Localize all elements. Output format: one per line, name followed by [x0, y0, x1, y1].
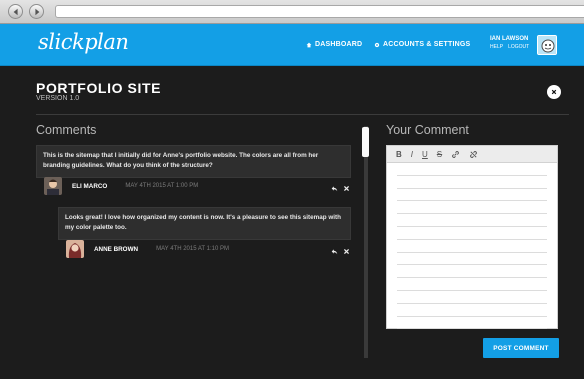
arrow-right-icon	[34, 8, 39, 15]
browser-toolbar	[0, 0, 584, 24]
comment-author: ELI MARCO	[72, 182, 108, 190]
underline-button[interactable]: U	[422, 150, 428, 159]
nav-dashboard[interactable]: DASHBOARD	[306, 41, 362, 48]
delete-icon[interactable]	[343, 248, 350, 255]
close-button[interactable]	[547, 85, 561, 99]
comment-text: Looks great! I love how organized my con…	[58, 207, 351, 240]
address-bar[interactable]	[55, 5, 584, 18]
header-divider	[36, 114, 569, 115]
strikethrough-button[interactable]: S	[437, 150, 442, 159]
link-icon[interactable]	[451, 150, 460, 159]
comment-actions	[331, 248, 350, 255]
reply-icon[interactable]	[331, 185, 338, 192]
help-link[interactable]: HELP	[490, 44, 503, 50]
comment-author: ANNE BROWN	[94, 245, 139, 253]
comment-meta: ELI MARCO MAY 4TH 2015 AT 1:00 PM	[44, 177, 198, 195]
version-label: VERSION 1.0	[36, 95, 80, 102]
your-comment-heading: Your Comment	[386, 123, 469, 137]
comment-actions	[331, 185, 350, 192]
reply-icon[interactable]	[331, 248, 338, 255]
comment-editor[interactable]: B I U S	[386, 145, 558, 330]
forward-button[interactable]	[29, 4, 44, 19]
editor-toolbar: B I U S	[387, 146, 557, 163]
italic-button[interactable]: I	[411, 150, 413, 159]
comment-text: This is the sitemap that I initially did…	[36, 145, 351, 178]
comment-date: MAY 4TH 2015 AT 1:00 PM	[125, 183, 199, 189]
gear-icon	[374, 42, 380, 47]
avatar	[66, 240, 84, 258]
logout-link[interactable]: LOGOUT	[508, 44, 529, 50]
home-icon	[306, 42, 312, 47]
user-avatar-image	[538, 36, 556, 54]
nav-accounts-settings[interactable]: ACCOUNTS & SETTINGS	[374, 41, 470, 48]
post-comment-button[interactable]: POST COMMENT	[483, 338, 559, 358]
unlink-icon[interactable]	[469, 150, 478, 159]
editor-text-area[interactable]	[397, 163, 547, 330]
nav-dashboard-label: DASHBOARD	[315, 41, 363, 48]
slickplan-logo[interactable]: slickplan	[38, 30, 129, 54]
comment-date: MAY 4TH 2015 AT 1:10 PM	[156, 246, 230, 252]
app-header: slickplan DASHBOARD ACCOUNTS & SETTINGS …	[0, 24, 584, 66]
user-name: IAN LAWSON	[490, 36, 529, 42]
comments-heading: Comments	[36, 123, 97, 137]
comment-meta: ANNE BROWN MAY 4TH 2015 AT 1:10 PM	[66, 240, 229, 258]
delete-icon[interactable]	[343, 185, 350, 192]
user-avatar[interactable]	[537, 35, 557, 55]
user-menu: IAN LAWSON HELP LOGOUT	[490, 36, 529, 50]
page-title: PORTFOLIO SITE	[36, 80, 162, 96]
scrollbar-thumb[interactable]	[362, 127, 369, 157]
back-button[interactable]	[8, 4, 23, 19]
avatar	[44, 177, 62, 195]
arrow-left-icon	[13, 8, 18, 15]
bold-button[interactable]: B	[396, 150, 402, 159]
nav-accounts-label: ACCOUNTS & SETTINGS	[383, 41, 471, 48]
close-icon	[551, 89, 557, 95]
scrollbar-track[interactable]	[364, 126, 368, 358]
